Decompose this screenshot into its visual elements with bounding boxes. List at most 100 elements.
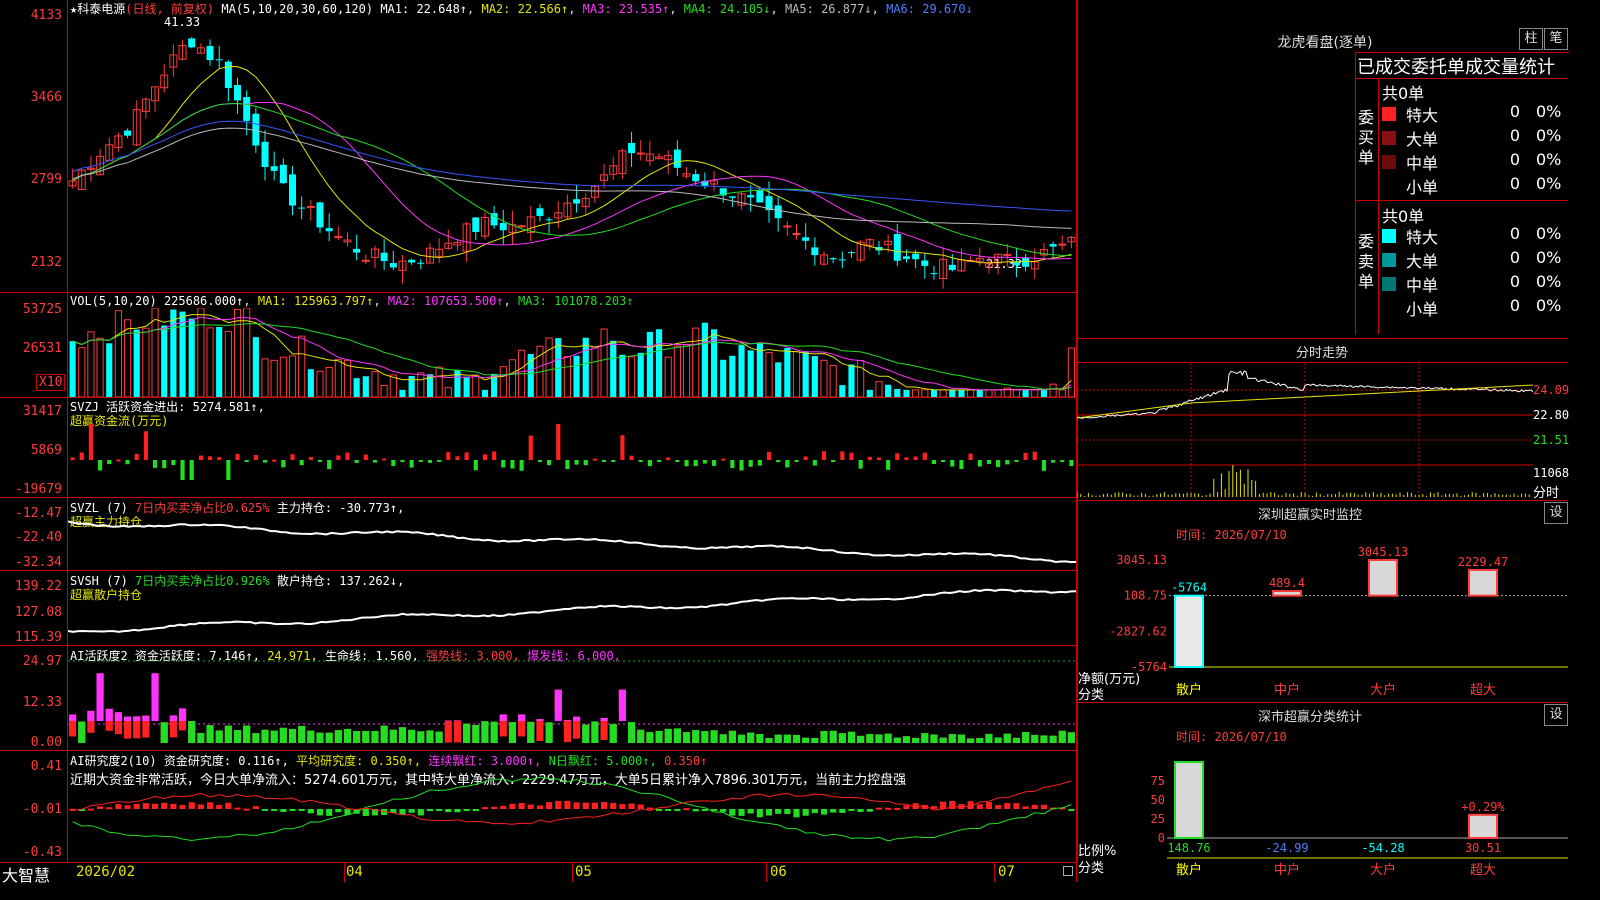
volume-bar bbox=[820, 359, 828, 397]
volume-bar bbox=[380, 385, 388, 397]
research-bar bbox=[335, 809, 342, 813]
research-bar bbox=[1031, 804, 1038, 809]
stat-chart[interactable]: 75 50 25 0148.76 散户 -24.99 中户 -54.28 大户 30.51 超大 +0… bbox=[1077, 742, 1568, 882]
volume-bar bbox=[792, 351, 801, 397]
order-percent: 0% bbox=[1536, 224, 1562, 243]
y-tick: 2132 bbox=[30, 255, 62, 270]
activity-bar bbox=[298, 725, 306, 743]
volume-bar bbox=[170, 309, 177, 397]
activity-bar bbox=[783, 734, 791, 743]
volume-bar bbox=[206, 327, 214, 397]
money-flow-bar bbox=[171, 460, 176, 466]
activity-bar bbox=[527, 721, 535, 743]
research-bar bbox=[573, 802, 580, 809]
activity-bar-peak bbox=[96, 673, 104, 721]
bar-mode-button[interactable]: 柱 bbox=[1519, 28, 1543, 50]
research-bar bbox=[885, 807, 892, 810]
research-bar bbox=[326, 809, 333, 816]
category-label: 大户 bbox=[1370, 682, 1396, 698]
y-tick: 0.00 bbox=[30, 735, 62, 750]
divider bbox=[1378, 78, 1379, 334]
activity-bar bbox=[435, 731, 443, 743]
money-flow-bar bbox=[574, 460, 579, 465]
volume-bar bbox=[857, 360, 865, 397]
activity-bar bbox=[912, 737, 920, 743]
activity-bar bbox=[967, 738, 975, 743]
volume-bar bbox=[114, 310, 122, 397]
stat-xlabel: 分类 bbox=[1078, 861, 1105, 876]
ratio-bar bbox=[1174, 761, 1204, 839]
tick-mode-button[interactable]: 笔 bbox=[1544, 28, 1568, 50]
activity-bar bbox=[792, 734, 801, 743]
research-bar bbox=[747, 809, 754, 814]
y-tick: 0 bbox=[1158, 831, 1165, 845]
order-count: 0 bbox=[1509, 150, 1520, 169]
activity-bar bbox=[838, 733, 846, 743]
activity-bar bbox=[389, 729, 397, 743]
ai-research-chart[interactable] bbox=[68, 751, 1076, 862]
activity-bar bbox=[78, 721, 86, 743]
money-flow-bar bbox=[904, 457, 909, 460]
activity-bar bbox=[829, 730, 837, 743]
volume-bar bbox=[591, 346, 599, 397]
activity-bar bbox=[1049, 735, 1057, 743]
volume-bar bbox=[353, 378, 360, 397]
research-bar bbox=[463, 809, 470, 811]
money-flow-bar bbox=[666, 457, 671, 460]
monitor-settings-button[interactable]: 设 bbox=[1544, 502, 1568, 524]
activity-bar bbox=[682, 732, 691, 743]
money-flow-bar bbox=[446, 452, 451, 460]
money-flow-bar bbox=[409, 460, 414, 468]
monitor-chart[interactable]: 3045.13108.75-2827.62-5764-5764散户489.4中户… bbox=[1077, 540, 1568, 702]
activity-bar bbox=[802, 737, 810, 743]
category-label: 中户 bbox=[1274, 862, 1300, 878]
svzl-chart[interactable] bbox=[68, 498, 1076, 570]
activity-bar-peak bbox=[169, 715, 177, 721]
research-bar bbox=[261, 809, 269, 811]
volume-chart[interactable] bbox=[68, 308, 1076, 397]
money-flow-bar bbox=[501, 460, 506, 468]
lock-icon[interactable] bbox=[1063, 866, 1073, 876]
volume-bar bbox=[252, 337, 259, 397]
activity-bar bbox=[545, 722, 553, 743]
candle bbox=[289, 174, 297, 206]
money-flow-bar bbox=[876, 457, 882, 460]
volume-bar bbox=[316, 370, 324, 397]
research-bar bbox=[628, 803, 635, 809]
money-flow-bar bbox=[363, 454, 368, 460]
svsh-chart[interactable] bbox=[68, 571, 1076, 645]
activity-bar bbox=[875, 734, 883, 743]
y-tick: -0.01 bbox=[22, 802, 62, 817]
volume-bar bbox=[325, 366, 333, 397]
research-bar bbox=[252, 806, 259, 809]
money-flow-bar bbox=[97, 460, 103, 471]
research-bar bbox=[765, 809, 773, 816]
ai-active-chart[interactable] bbox=[68, 646, 1076, 750]
price-chart[interactable] bbox=[68, 14, 1076, 292]
volume-bar bbox=[1022, 389, 1029, 397]
activity-bar-base bbox=[600, 717, 608, 740]
money-flow-bar bbox=[931, 460, 937, 465]
volume-bar bbox=[655, 329, 663, 397]
y-tick: 31417 bbox=[22, 404, 62, 419]
volume-bar bbox=[106, 343, 113, 397]
money-flow-bar bbox=[721, 458, 726, 461]
volume-bar bbox=[747, 350, 754, 397]
money-flow-bar bbox=[198, 455, 203, 460]
svzj-chart[interactable] bbox=[68, 398, 1076, 497]
candle bbox=[838, 259, 846, 261]
candle bbox=[261, 141, 269, 167]
volume-bar bbox=[664, 356, 672, 397]
money-flow-bar bbox=[336, 455, 341, 460]
activity-bar bbox=[472, 724, 480, 743]
y-tick: 5869 bbox=[30, 443, 62, 458]
research-bar bbox=[491, 806, 498, 809]
y-tick: 24.97 bbox=[22, 654, 62, 669]
activity-bar bbox=[976, 737, 984, 743]
activity-bar bbox=[325, 732, 333, 743]
candle bbox=[243, 97, 251, 121]
research-bar bbox=[665, 809, 672, 811]
volume-bar bbox=[701, 322, 708, 397]
fenshi-chart[interactable] bbox=[1077, 363, 1533, 499]
stat-settings-button[interactable]: 设 bbox=[1544, 704, 1568, 726]
